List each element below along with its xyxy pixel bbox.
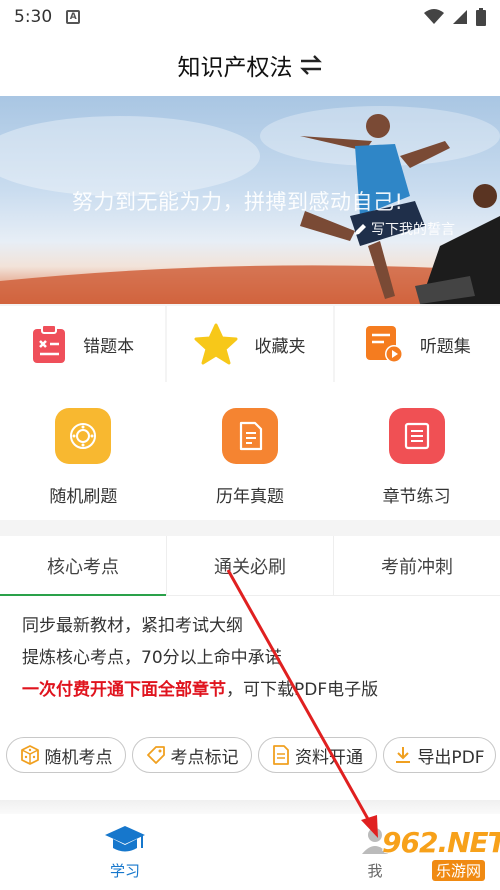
section-divider — [0, 520, 500, 536]
tab-must-practice[interactable]: 通关必刷 — [167, 536, 334, 595]
title-bar: 知识产权法 — [0, 34, 500, 96]
feature-label: 章节练习 — [382, 487, 451, 507]
status-time: 5:30 — [14, 7, 53, 27]
chip-label: 资料开通 — [295, 747, 363, 768]
quick-action-label: 错题本 — [83, 336, 135, 357]
status-icons — [424, 8, 486, 26]
wifi-icon — [424, 9, 444, 24]
export-pdf-button[interactable]: 导出PDF — [383, 737, 496, 773]
write-pledge-link[interactable]: 写下我的誓言 — [354, 219, 455, 239]
feature-label: 随机刷题 — [49, 487, 118, 507]
motivation-banner[interactable]: 努力到无能为力，拼搏到感动自己! 写下我的誓言 — [0, 96, 500, 304]
feature-chapter-practice[interactable]: 章节练习 — [333, 384, 500, 520]
description-line-1: 同步最新教材，紧扣考试大纲 — [22, 616, 243, 636]
battery-icon — [476, 8, 486, 26]
exam-paper-icon — [222, 408, 278, 464]
tab-final-sprint[interactable]: 考前冲刺 — [334, 536, 500, 595]
audio-book-icon — [365, 326, 403, 363]
random-points-button[interactable]: 随机考点 — [6, 737, 126, 773]
content-tabs: 核心考点 通关必刷 考前冲刺 — [0, 536, 500, 596]
write-pledge-label: 写下我的誓言 — [371, 222, 455, 238]
quick-action-wrong-notebook[interactable]: 错题本 — [0, 306, 166, 382]
status-bar: 5:30 A — [0, 0, 500, 34]
star-icon — [194, 323, 238, 365]
quick-action-label: 听题集 — [419, 336, 471, 357]
graduation-cap-icon — [105, 825, 145, 851]
document-icon — [273, 745, 289, 765]
bottom-separator — [0, 800, 500, 814]
banner-slogan: 努力到无能为力，拼搏到感动自己! — [72, 190, 404, 214]
quick-action-favorites[interactable]: 收藏夹 — [167, 306, 333, 382]
description-line-3: 一次付费开通下面全部章节，可下载PDF电子版 — [22, 674, 492, 706]
site-watermark: 962.NET 乐游网 — [360, 818, 500, 884]
tag-icon — [146, 746, 165, 764]
tab-core-points[interactable]: 核心考点 — [0, 536, 167, 596]
nav-study[interactable]: 学习 — [0, 814, 250, 890]
open-materials-button[interactable]: 资料开通 — [258, 737, 377, 773]
tab-description: 同步最新教材，紧扣考试大纲 提炼核心考点，70分以上命中承诺 一次付费开通下面全… — [22, 610, 492, 706]
description-line-3-rest: ，可下载PDF电子版 — [226, 680, 379, 700]
wrong-notebook-icon — [33, 324, 66, 363]
watermark-site: 962.NET — [382, 826, 500, 859]
chip-label: 导出PDF — [417, 747, 485, 768]
description-line-2: 提炼核心考点，70分以上命中承诺 — [22, 648, 282, 668]
signal-icon — [453, 10, 467, 24]
feature-past-exams[interactable]: 历年真题 — [167, 384, 334, 520]
chip-label: 随机考点 — [44, 747, 113, 768]
watermark-cn: 乐游网 — [432, 860, 486, 881]
mark-points-button[interactable]: 考点标记 — [132, 737, 252, 773]
action-chips: 随机考点 考点标记 资料开通 导出PDF — [6, 737, 496, 773]
notification-a-icon: A — [66, 10, 81, 24]
quick-action-label: 收藏夹 — [254, 336, 306, 357]
dice-icon — [55, 408, 112, 464]
dice-small-icon — [20, 745, 39, 765]
nav-study-label: 学习 — [109, 861, 140, 880]
page-title: 知识产权法 — [177, 55, 293, 81]
chapter-list-icon — [388, 408, 445, 464]
description-highlight: 一次付费开通下面全部章节 — [22, 680, 226, 700]
feature-label: 历年真题 — [216, 487, 284, 507]
quick-actions-row: 错题本 收藏夹 听题集 — [0, 304, 500, 382]
chip-label: 考点标记 — [170, 747, 239, 768]
feature-random-practice[interactable]: 随机刷题 — [0, 384, 167, 520]
feature-row: 随机刷题 历年真题 章节练习 — [0, 384, 500, 520]
download-icon — [396, 747, 411, 763]
quick-action-audio[interactable]: 听题集 — [334, 306, 500, 382]
switch-arrows-icon[interactable] — [299, 54, 323, 76]
pencil-icon — [355, 223, 366, 235]
